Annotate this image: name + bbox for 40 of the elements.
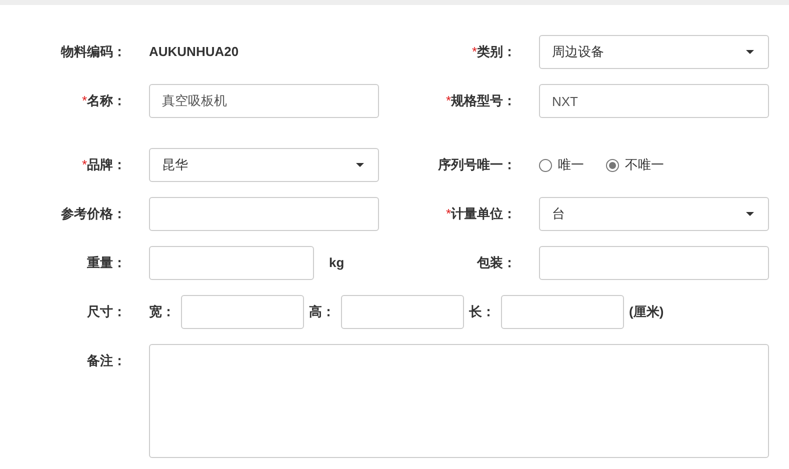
field-label: 序列号唯一： [438,156,516,174]
select-field[interactable]: 昆华 [149,148,379,182]
field-label: 物料编码： [61,43,126,62]
field-label: 尺寸： [87,303,126,322]
dimension-label: 高： [309,303,336,322]
field-label: 名称： [87,92,126,110]
radio-option[interactable]: 不唯一 [606,155,664,175]
field-label: 类别： [477,43,516,62]
unit-label: kg [329,254,344,272]
required-mark: * [82,156,87,174]
field-label: 包装： [477,254,516,272]
dimension-label: 宽： [149,303,176,322]
field-label: 参考价格： [61,205,126,224]
required-mark: * [82,92,87,110]
unit-label: (厘米) [629,303,664,322]
select-field[interactable]: 周边设备 [539,35,769,69]
required-mark: * [446,205,451,224]
field-label: 备注： [87,352,126,370]
field-label: 品牌： [87,156,126,174]
input-field[interactable] [501,295,624,329]
input-field[interactable]: 真空吸板机 [149,84,379,118]
caret-icon [746,50,754,54]
required-mark: * [472,43,477,62]
radio-option[interactable]: 唯一 [539,155,584,175]
dimension-label: 长： [469,303,496,322]
caret-icon [356,163,364,167]
field-label: 重量： [87,254,126,272]
select-field[interactable]: 台 [539,197,769,231]
field-label: 规格型号： [451,92,516,110]
field-value: AUKUNHUA20 [149,43,239,61]
input-field[interactable] [539,246,769,280]
field-label: 计量单位： [451,205,516,224]
notes-field[interactable] [149,344,769,458]
input-field[interactable] [341,295,464,329]
input-field[interactable] [149,197,379,231]
caret-icon [746,212,754,216]
input-field[interactable] [181,295,304,329]
input-field[interactable]: NXT [539,84,769,118]
required-mark: * [446,92,451,110]
input-field[interactable] [149,246,314,280]
